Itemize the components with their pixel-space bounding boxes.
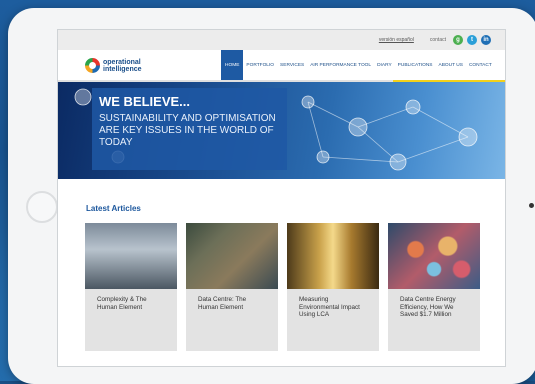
nav-publications[interactable]: PUBLICATIONS [395,50,436,81]
nav-contact[interactable]: CONTACT [466,50,495,81]
tablet-home-button[interactable] [26,191,58,223]
hero-title: WE BELIEVE... [99,94,191,109]
google-plus-icon[interactable]: g [453,35,463,45]
main-nav: HOME PORTFOLIO SERVICES AIR PERFORMANCE … [221,50,495,81]
tablet-camera [529,203,534,208]
nav-portfolio[interactable]: PORTFOLIO [243,50,277,81]
nav-about-us[interactable]: ABOUT US [436,50,466,81]
article-title[interactable]: Data Centre Energy Efficiency, How We Sa… [388,289,480,319]
article-thumbnail[interactable] [287,223,379,289]
contact-label: contact [429,37,446,43]
article-thumbnail[interactable] [388,223,480,289]
nav-diary[interactable]: DIARY [374,50,395,81]
article-card[interactable]: Data Centre Energy Efficiency, How We Sa… [388,223,480,351]
site-header: operational intelligence HOME PORTFOLIO … [58,50,505,81]
article-title[interactable]: Complexity & The Human Element [85,289,177,311]
hero-banner: WE BELIEVE... SUSTAINABILITY AND OPTIMIS… [58,82,505,179]
website-screen: versión español contact g t in operation… [57,29,506,367]
article-cards: Complexity & The Human Element Data Cent… [85,223,480,351]
article-card[interactable]: Complexity & The Human Element [85,223,177,351]
article-thumbnail[interactable] [85,223,177,289]
logo-line-2: intelligence [103,65,142,73]
logo-mark-icon [85,58,100,73]
logo-text: operational intelligence [103,59,142,73]
site-logo[interactable]: operational intelligence [85,58,142,73]
article-title[interactable]: Measuring Environmental Impact Using LCA [287,289,379,319]
article-card[interactable]: Data Centre: The Human Element [186,223,278,351]
twitter-icon[interactable]: t [467,35,477,45]
article-thumbnail[interactable] [186,223,278,289]
hero-body: SUSTAINABILITY AND OPTIMISATION ARE KEY … [99,113,276,148]
language-link[interactable]: versión español [379,37,414,43]
nav-home[interactable]: HOME [221,50,244,81]
hero-message-box: WE BELIEVE... SUSTAINABILITY AND OPTIMIS… [92,88,287,170]
nav-services[interactable]: SERVICES [277,50,307,81]
logo-line-1: operational [103,58,141,66]
nav-air-performance-tool[interactable]: AIR PERFORMANCE TOOL [307,50,374,81]
article-title[interactable]: Data Centre: The Human Element [186,289,278,311]
utility-bar: versión español contact g t in [58,30,505,50]
article-card[interactable]: Measuring Environmental Impact Using LCA [287,223,379,351]
latest-articles-heading: Latest Articles [86,204,141,213]
linkedin-icon[interactable]: in [481,35,491,45]
